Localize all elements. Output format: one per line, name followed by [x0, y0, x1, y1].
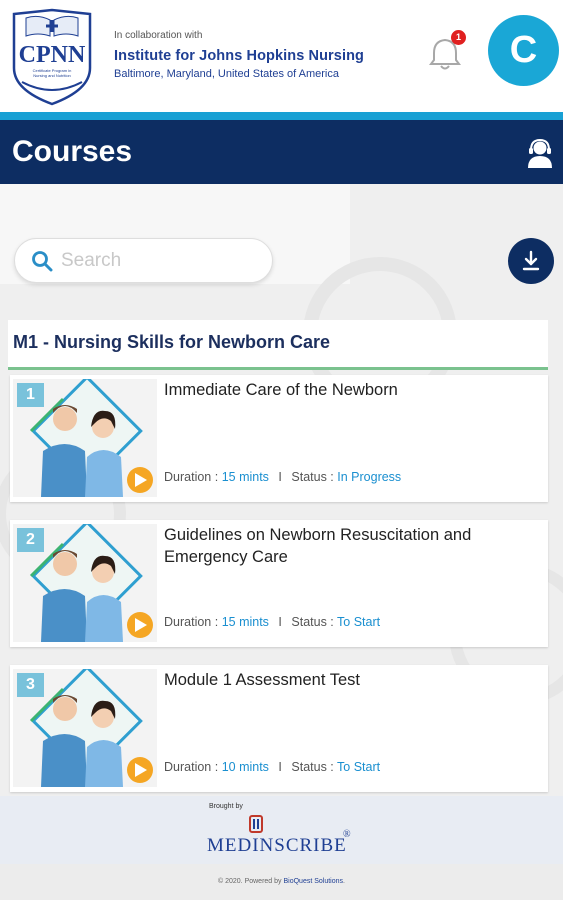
meta-separator: I [278, 470, 282, 484]
duration-label: Duration : [164, 470, 219, 484]
collaboration-label: In collaboration with [114, 30, 203, 41]
notification-badge: 1 [451, 30, 466, 45]
status-label: Status : [291, 470, 334, 484]
course-thumbnail[interactable]: 1 [13, 379, 157, 497]
course-number: 2 [17, 528, 44, 552]
course-title[interactable]: Immediate Care of the Newborn [164, 379, 534, 401]
duration-label: Duration : [164, 615, 219, 629]
header-accent-bar [0, 112, 563, 120]
course-title[interactable]: Guidelines on Newborn Resuscitation and … [164, 524, 534, 568]
duration-value: 15 mints [221, 470, 269, 484]
download-button[interactable] [508, 238, 554, 284]
status-value: To Start [337, 615, 381, 629]
course-card[interactable]: 2 Guidelines on Newborn Resuscitation an… [10, 520, 548, 647]
play-icon [135, 618, 147, 632]
brought-by-label: Brought by [209, 803, 243, 810]
sponsor-name[interactable]: MEDINSCRIBE [207, 835, 347, 857]
svg-text:Nursing and Nutrition: Nursing and Nutrition [33, 73, 71, 78]
institute-name: Institute for Johns Hopkins Nursing [114, 48, 365, 64]
page-title: Courses [12, 135, 133, 168]
status-label: Status : [291, 615, 334, 629]
copyright-text: © 2020. Powered by BioQuest Solutions. [0, 878, 563, 885]
course-meta: Duration : 15 mints I Status : In Progre… [164, 470, 401, 484]
course-thumbnail[interactable]: 3 [13, 669, 157, 787]
duration-label: Duration : [164, 760, 219, 774]
module-title: M1 - Nursing Skills for Newborn Care [13, 332, 331, 352]
play-button[interactable] [127, 467, 153, 493]
search-input[interactable] [61, 247, 261, 275]
course-card[interactable]: 3 Module 1 Assessment Test Duration : 10… [10, 665, 548, 792]
medinscribe-logo-icon [249, 815, 263, 833]
play-icon [135, 473, 147, 487]
copyright-prefix: © 2020. Powered by [218, 878, 284, 885]
duration-value: 10 mints [221, 760, 269, 774]
institute-location: Baltimore, Maryland, United States of Am… [114, 68, 339, 80]
user-avatar[interactable]: C [488, 15, 559, 86]
download-icon [522, 250, 540, 271]
duration-value: 15 mints [221, 615, 269, 629]
app-header: CPNN Certificate Program in Nursing and … [0, 0, 563, 112]
meta-separator: I [278, 615, 282, 629]
module-header[interactable]: M1 - Nursing Skills for Newborn Care [8, 320, 548, 370]
search-box[interactable] [14, 238, 273, 283]
status-value: In Progress [337, 470, 402, 484]
course-meta: Duration : 10 mints I Status : To Start [164, 760, 380, 774]
page-title-bar: Courses [0, 120, 563, 184]
play-button[interactable] [127, 612, 153, 638]
registered-mark: ® [343, 829, 351, 840]
status-value: To Start [337, 760, 381, 774]
support-agent-icon[interactable] [526, 138, 554, 168]
course-card[interactable]: 1 Immediate Care of the Newborn Duration… [10, 375, 548, 502]
powered-by-link[interactable]: BioQuest Solutions [283, 878, 343, 885]
copyright-suffix: . [343, 878, 345, 885]
course-title[interactable]: Module 1 Assessment Test [164, 669, 534, 691]
play-icon [135, 763, 147, 777]
course-number: 3 [17, 673, 44, 697]
search-icon [32, 251, 53, 272]
cpnn-logo: CPNN Certificate Program in Nursing and … [12, 8, 92, 106]
svg-text:CPNN: CPNN [19, 42, 86, 68]
meta-separator: I [278, 760, 282, 774]
status-label: Status : [291, 760, 334, 774]
course-meta: Duration : 15 mints I Status : To Start [164, 615, 380, 629]
course-number: 1 [17, 383, 44, 407]
course-thumbnail[interactable]: 2 [13, 524, 157, 642]
play-button[interactable] [127, 757, 153, 783]
